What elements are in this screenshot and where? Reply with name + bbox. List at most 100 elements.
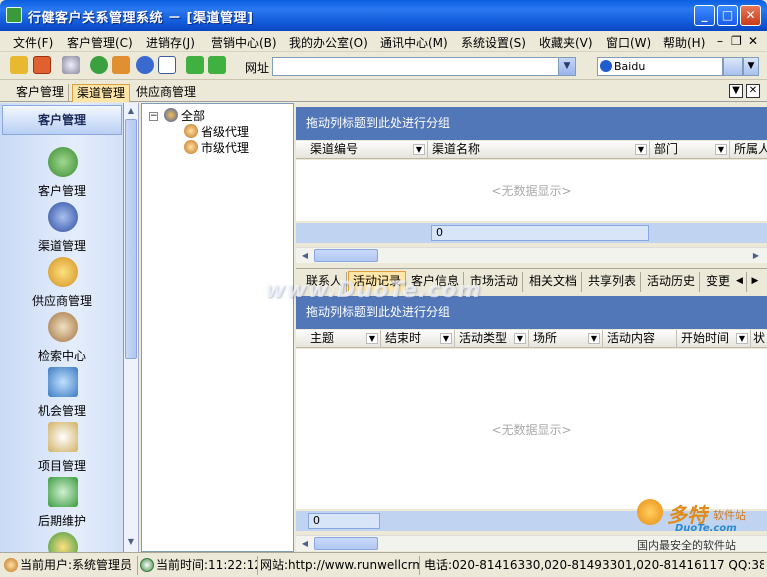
filter-dropdown-icon[interactable]: ▼ <box>413 144 425 155</box>
col-department[interactable]: 部门 ▼ <box>650 141 730 159</box>
maximize-button[interactable]: □ <box>717 5 738 26</box>
search-icon[interactable] <box>62 56 80 74</box>
scroll-thumb[interactable] <box>314 537 378 550</box>
left-nav-scrollbar[interactable]: ▲ ▼ <box>124 103 139 552</box>
toolbar: 网址 ▼ Baidu ▼ <box>0 52 767 80</box>
address-dropdown-icon[interactable]: ▼ <box>558 58 575 75</box>
col-channel-name[interactable]: 渠道名称 ▼ <box>428 141 650 159</box>
menu-communication[interactable]: 通讯中心(M) <box>380 34 448 51</box>
search-engine-input[interactable]: Baidu <box>597 57 723 76</box>
menu-favorites[interactable]: 收藏夹(V) <box>539 34 593 51</box>
col-status[interactable]: 状 <box>751 330 767 348</box>
address-label: 网址 <box>245 61 270 75</box>
filter-dropdown-icon[interactable]: ▼ <box>440 333 452 344</box>
supplier-icon <box>48 257 78 287</box>
tree-node-city[interactable]: 市级代理 <box>184 139 249 156</box>
home-icon[interactable] <box>112 56 130 74</box>
left-nav: 客户管理 客户管理 渠道管理 供应商管理 检索中心 机会管理 项目管理 后期维护 <box>0 103 124 552</box>
back-arrow-icon[interactable] <box>186 56 204 74</box>
window-title: 行健客户关系管理系统 － [渠道管理] <box>28 11 254 26</box>
minimize-button[interactable]: _ <box>694 5 715 26</box>
app-icon <box>6 7 22 23</box>
tab-supplier[interactable]: 供应商管理 <box>132 84 200 102</box>
scroll-up-icon[interactable]: ▲ <box>125 105 137 117</box>
scroll-down-icon[interactable]: ▼ <box>125 536 137 548</box>
help-icon[interactable] <box>136 56 154 74</box>
top-group-panel[interactable]: 拖动列标题到此处进行分组 <box>296 107 767 140</box>
person-icon <box>184 140 198 154</box>
scroll-thumb[interactable] <box>314 249 378 262</box>
top-grid-footer: 0 <box>296 223 767 243</box>
menu-office[interactable]: 我的办公室(O) <box>289 34 368 51</box>
col-activity-type[interactable]: 活动类型 ▼ <box>455 330 529 348</box>
scroll-left-icon[interactable]: ◀ <box>298 249 312 263</box>
tabs-close-icon[interactable]: ✕ <box>746 84 760 98</box>
col-venue[interactable]: 场所 ▼ <box>529 330 603 348</box>
tab-related-docs[interactable]: 相关文档 <box>525 272 583 292</box>
tabs-prev-icon[interactable]: ◀ <box>733 272 747 292</box>
nav-item-maintenance[interactable]: 后期维护 <box>0 475 124 530</box>
brand-watermark: 多特 软件站 DuoTe.com 国内最安全的软件站 <box>635 497 765 552</box>
tabs-next-icon[interactable]: ▶ <box>748 272 762 292</box>
filter-dropdown-icon[interactable]: ▼ <box>588 333 600 344</box>
refresh-icon[interactable] <box>90 56 108 74</box>
filter-dropdown-icon[interactable]: ▼ <box>736 333 748 344</box>
nav-item-channel[interactable]: 渠道管理 <box>0 200 124 255</box>
filter-dropdown-icon[interactable]: ▼ <box>514 333 526 344</box>
nav-item-customer[interactable]: 客户管理 <box>0 145 124 200</box>
key-icon[interactable] <box>10 56 28 74</box>
tab-share-list[interactable]: 共享列表 <box>584 272 642 292</box>
clock-icon <box>140 558 154 572</box>
tab-changes[interactable]: 变更 <box>702 272 732 292</box>
top-grid-body[interactable]: <无数据显示> <box>296 160 767 221</box>
tabs-dropdown-icon[interactable]: ▼ <box>729 84 743 98</box>
menu-bar: 文件(F) 客户管理(C) 进销存(J) 营销中心(B) 我的办公室(O) 通讯… <box>0 31 767 52</box>
filter-dropdown-icon[interactable]: ▼ <box>366 333 378 344</box>
nav-item-supplier[interactable]: 供应商管理 <box>0 255 124 310</box>
scroll-left-icon[interactable]: ◀ <box>298 537 312 551</box>
mdi-minimize-icon[interactable]: – <box>717 34 723 48</box>
menu-inventory[interactable]: 进销存(J) <box>146 34 195 51</box>
nav-item-project[interactable]: 项目管理 <box>0 420 124 475</box>
menu-customer[interactable]: 客户管理(C) <box>67 34 133 51</box>
col-start-time[interactable]: 开始时间 ▼ <box>677 330 751 348</box>
bottom-grid-body[interactable]: <无数据显示> <box>296 349 767 509</box>
group-icon <box>164 108 178 122</box>
col-end-time[interactable]: 结束时 ▼ <box>381 330 455 348</box>
menu-help[interactable]: 帮助(H) <box>663 34 705 51</box>
col-subject[interactable]: 主题 ▼ <box>296 330 381 348</box>
col-activity-content[interactable]: 活动内容 <box>603 330 677 348</box>
channel-tree: − 全部 省级代理 市级代理 <box>141 103 294 552</box>
col-channel-code[interactable]: 渠道编号 ▼ <box>296 141 428 159</box>
menu-settings[interactable]: 系统设置(S) <box>461 34 526 51</box>
tab-channel[interactable]: 渠道管理 <box>72 84 131 102</box>
menu-file[interactable]: 文件(F) <box>13 34 53 51</box>
nav-item-opportunity[interactable]: 机会管理 <box>0 365 124 420</box>
menu-marketing[interactable]: 营销中心(B) <box>211 34 277 51</box>
search-go-button[interactable] <box>723 57 743 76</box>
filter-dropdown-icon[interactable]: ▼ <box>635 144 647 155</box>
nav-item-search[interactable]: 检索中心 <box>0 310 124 365</box>
tree-node-provincial[interactable]: 省级代理 <box>184 123 249 140</box>
search-dropdown-icon[interactable]: ▼ <box>743 57 759 76</box>
scroll-thumb[interactable] <box>125 119 137 359</box>
menu-window[interactable]: 窗口(W) <box>606 34 651 51</box>
mdi-close-icon[interactable]: ✕ <box>748 34 758 48</box>
window-icon[interactable] <box>158 56 176 74</box>
filter-dropdown-icon[interactable]: ▼ <box>715 144 727 155</box>
status-phone: 电话:020-81416330,020-81493301,020-8141611… <box>424 558 764 572</box>
project-icon <box>48 422 78 452</box>
scroll-right-icon[interactable]: ▶ <box>749 249 763 263</box>
tab-customer[interactable]: 客户管理 <box>12 84 70 102</box>
stop-icon[interactable] <box>33 56 51 74</box>
tree-collapse-icon[interactable]: − <box>149 112 158 121</box>
forward-arrow-icon[interactable] <box>208 56 226 74</box>
address-input[interactable] <box>272 57 576 76</box>
mdi-restore-icon[interactable]: ❐ <box>731 34 742 48</box>
tab-activity-history[interactable]: 活动历史 <box>643 272 701 292</box>
tree-node-root[interactable]: 全部 <box>164 107 205 124</box>
nav-item-more[interactable] <box>0 530 124 552</box>
top-hscrollbar[interactable]: ◀ ▶ <box>296 247 767 263</box>
close-button[interactable]: ✕ <box>740 5 761 26</box>
col-owner[interactable]: 所属人 <box>730 141 767 159</box>
